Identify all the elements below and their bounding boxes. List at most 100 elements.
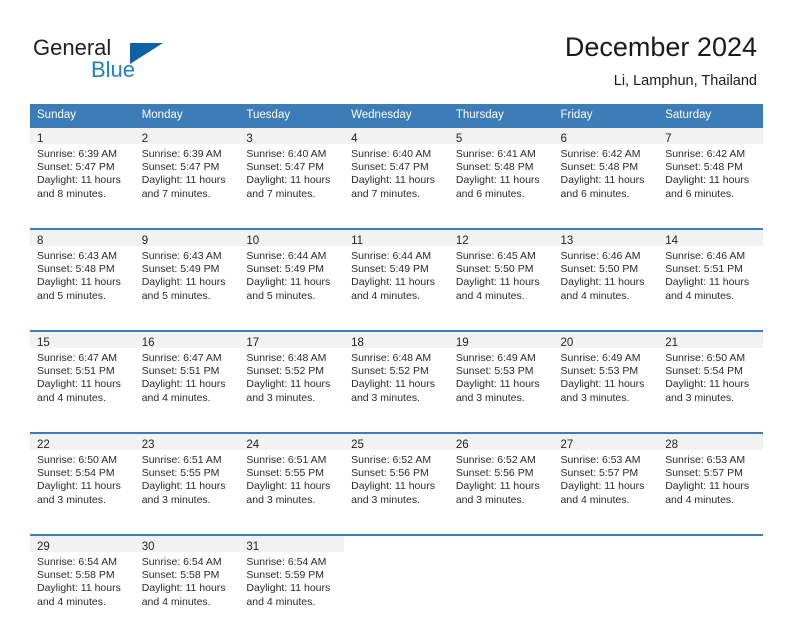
- sunrise-text: Sunrise: 6:40 AM: [246, 148, 327, 160]
- page-title: December 2024: [564, 32, 757, 62]
- calendar-day-cell[interactable]: 18 Sunrise: 6:48 AM Sunset: 5:52 PM Dayligh…: [344, 330, 449, 423]
- daylight-text-line1: Daylight: 11 hours: [246, 276, 331, 289]
- daylight-text-line1: Daylight: 11 hours: [665, 378, 750, 391]
- day-number: 19: [455, 337, 469, 349]
- sunset-text: Sunset: 5:55 PM: [246, 467, 325, 480]
- weekday-header-friday: Friday: [553, 104, 659, 127]
- daylight-text-line1: Daylight: 11 hours: [37, 174, 121, 187]
- day-number: 28: [665, 439, 679, 451]
- page-subtitle-location: Li, Lamphun, Thailand: [613, 73, 757, 89]
- calendar-day-cell[interactable]: 23 Sunrise: 6:51 AM Sunset: 5:55 PM Dayligh…: [134, 432, 240, 525]
- calendar-day-cell[interactable]: 2 Sunrise: 6:39 AM Sunset: 5:47 PM Daylight…: [134, 126, 240, 219]
- day-number: 14: [665, 235, 679, 247]
- day-number: 23: [141, 439, 155, 451]
- sunset-text: Sunset: 5:56 PM: [351, 467, 429, 480]
- calendar-day-cell[interactable]: 17 Sunrise: 6:48 AM Sunset: 5:52 PM Dayligh…: [239, 330, 345, 423]
- calendar-day-cell[interactable]: 12 Sunrise: 6:45 AM Sunset: 5:50 PM Dayligh…: [448, 228, 554, 321]
- calendar-day-cell[interactable]: 1 Sunrise: 6:39 AM Sunset: 5:47 PM Daylight…: [30, 126, 135, 219]
- sunrise-text: Sunrise: 6:49 AM: [455, 352, 536, 364]
- calendar-day-cell[interactable]: 4 Sunrise: 6:40 AM Sunset: 5:47 PM Daylight…: [344, 126, 449, 219]
- title-block: December 2024 Li, Lamphun, Thailand: [565, 30, 757, 92]
- sunset-text: Sunset: 5:53 PM: [455, 365, 534, 378]
- calendar-day-cell[interactable]: 6 Sunrise: 6:42 AM Sunset: 5:48 PM Daylight…: [553, 126, 659, 219]
- calendar-day-cell[interactable]: 8 Sunrise: 6:43 AM Sunset: 5:48 PM Daylight…: [30, 228, 135, 321]
- sunset-text: Sunset: 5:53 PM: [560, 365, 639, 378]
- sunrise-text: Sunrise: 6:42 AM: [560, 148, 641, 160]
- daylight-text-line1: Daylight: 11 hours: [37, 378, 121, 391]
- day-number: 12: [455, 235, 469, 247]
- calendar-day-cell[interactable]: 14 Sunrise: 6:46 AM Sunset: 5:51 PM Dayligh…: [658, 228, 763, 321]
- calendar-day-cell[interactable]: 30 Sunrise: 6:54 AM Sunset: 5:58 PM Dayligh…: [134, 534, 240, 627]
- sunset-text: Sunset: 5:57 PM: [665, 467, 743, 480]
- calendar-day-cell[interactable]: 21 Sunrise: 6:50 AM Sunset: 5:54 PM Dayligh…: [658, 330, 763, 423]
- sunrise-text: Sunrise: 6:52 AM: [351, 454, 432, 466]
- calendar-day-cell[interactable]: 24 Sunrise: 6:51 AM Sunset: 5:55 PM Dayligh…: [239, 432, 345, 525]
- sunset-text: Sunset: 5:51 PM: [141, 365, 220, 378]
- day-number: 30: [141, 541, 155, 553]
- calendar-day-cell[interactable]: 5 Sunrise: 6:41 AM Sunset: 5:48 PM Daylight…: [448, 126, 554, 219]
- daylight-text-line2: and 4 minutes.: [351, 289, 420, 302]
- calendar-day-cell[interactable]: 19 Sunrise: 6:49 AM Sunset: 5:53 PM Dayligh…: [448, 330, 554, 423]
- calendar-day-cell[interactable]: 22 Sunrise: 6:50 AM Sunset: 5:54 PM Dayligh…: [30, 432, 135, 525]
- day-number: 5: [455, 133, 463, 145]
- daylight-text-line2: and 6 minutes.: [665, 187, 735, 200]
- sunrise-text: Sunrise: 6:54 AM: [141, 556, 222, 568]
- day-number: 6: [560, 133, 567, 145]
- daylight-text-line1: Daylight: 11 hours: [141, 174, 226, 187]
- day-number: 26: [455, 439, 469, 451]
- sunset-text: Sunset: 5:48 PM: [37, 263, 115, 276]
- general-blue-logo: General Blue: [33, 36, 253, 88]
- calendar-day-cell[interactable]: 3 Sunrise: 6:40 AM Sunset: 5:47 PM Daylight…: [239, 126, 345, 219]
- day-number: 2: [141, 133, 149, 145]
- calendar-day-cell[interactable]: 31 Sunrise: 6:54 AM Sunset: 5:59 PM Dayligh…: [239, 534, 345, 627]
- calendar-day-cell[interactable]: 11 Sunrise: 6:44 AM Sunset: 5:49 PM Dayligh…: [344, 228, 449, 321]
- sunset-text: Sunset: 5:55 PM: [141, 467, 220, 480]
- day-number: 8: [37, 235, 44, 247]
- daylight-text-line1: Daylight: 11 hours: [665, 276, 750, 289]
- calendar-day-cell[interactable]: 28 Sunrise: 6:53 AM Sunset: 5:57 PM Dayligh…: [658, 432, 763, 525]
- daylight-text-line1: Daylight: 11 hours: [560, 276, 645, 289]
- calendar-day-cell[interactable]: 16 Sunrise: 6:47 AM Sunset: 5:51 PM Dayligh…: [134, 330, 240, 423]
- day-number: 17: [246, 337, 260, 349]
- calendar-day-cell[interactable]: 26 Sunrise: 6:52 AM Sunset: 5:56 PM Dayligh…: [448, 432, 554, 525]
- sunset-text: Sunset: 5:50 PM: [455, 263, 534, 276]
- daylight-text-line2: and 4 minutes.: [455, 289, 525, 302]
- sunrise-text: Sunrise: 6:54 AM: [246, 556, 327, 568]
- calendar-day-cell-empty: [344, 534, 449, 627]
- day-number: 25: [351, 439, 364, 451]
- calendar-day-cell[interactable]: 15 Sunrise: 6:47 AM Sunset: 5:51 PM Dayligh…: [30, 330, 135, 423]
- calendar-day-cell[interactable]: 29 Sunrise: 6:54 AM Sunset: 5:58 PM Dayligh…: [30, 534, 135, 627]
- logo-text-blue: Blue: [91, 57, 136, 82]
- day-number: 16: [141, 337, 155, 349]
- week-spacer: [30, 219, 763, 229]
- sunrise-text: Sunrise: 6:40 AM: [351, 148, 432, 160]
- sunrise-text: Sunrise: 6:48 AM: [246, 352, 327, 364]
- calendar-day-cell[interactable]: 25 Sunrise: 6:52 AM Sunset: 5:56 PM Dayligh…: [344, 432, 449, 525]
- calendar-day-cell[interactable]: 9 Sunrise: 6:43 AM Sunset: 5:49 PM Daylight…: [134, 228, 240, 321]
- sunrise-text: Sunrise: 6:47 AM: [37, 352, 117, 364]
- calendar-day-cell[interactable]: 7 Sunrise: 6:42 AM Sunset: 5:48 PM Daylight…: [658, 126, 763, 219]
- sunset-text: Sunset: 5:47 PM: [246, 161, 325, 174]
- daylight-text-line2: and 5 minutes.: [37, 289, 106, 302]
- daylight-text-line1: Daylight: 11 hours: [351, 276, 435, 289]
- daylight-text-line2: and 4 minutes.: [560, 289, 630, 302]
- daylight-text-line1: Daylight: 11 hours: [560, 174, 645, 187]
- sunrise-text: Sunrise: 6:53 AM: [560, 454, 641, 466]
- daylight-text-line2: and 4 minutes.: [141, 391, 211, 404]
- calendar-day-cell[interactable]: 10 Sunrise: 6:44 AM Sunset: 5:49 PM Dayligh…: [239, 228, 345, 321]
- daylight-text-line1: Daylight: 11 hours: [665, 480, 750, 493]
- daylight-text-line2: and 3 minutes.: [37, 493, 106, 506]
- calendar-day-cell[interactable]: 27 Sunrise: 6:53 AM Sunset: 5:57 PM Dayligh…: [553, 432, 659, 525]
- sunset-text: Sunset: 5:57 PM: [560, 467, 639, 480]
- daylight-text-line2: and 7 minutes.: [141, 187, 211, 200]
- daylight-text-line1: Daylight: 11 hours: [351, 378, 435, 391]
- calendar-day-cell[interactable]: 20 Sunrise: 6:49 AM Sunset: 5:53 PM Dayligh…: [553, 330, 659, 423]
- daylight-text-line2: and 4 minutes.: [246, 595, 316, 608]
- daylight-text-line1: Daylight: 11 hours: [37, 582, 121, 595]
- daylight-text-line1: Daylight: 11 hours: [246, 480, 331, 493]
- daylight-text-line1: Daylight: 11 hours: [141, 582, 226, 595]
- daylight-text-line2: and 5 minutes.: [141, 289, 211, 302]
- calendar-day-cell[interactable]: 13 Sunrise: 6:46 AM Sunset: 5:50 PM Dayligh…: [553, 228, 659, 321]
- day-number: 22: [37, 439, 50, 451]
- sunset-text: Sunset: 5:49 PM: [246, 263, 325, 276]
